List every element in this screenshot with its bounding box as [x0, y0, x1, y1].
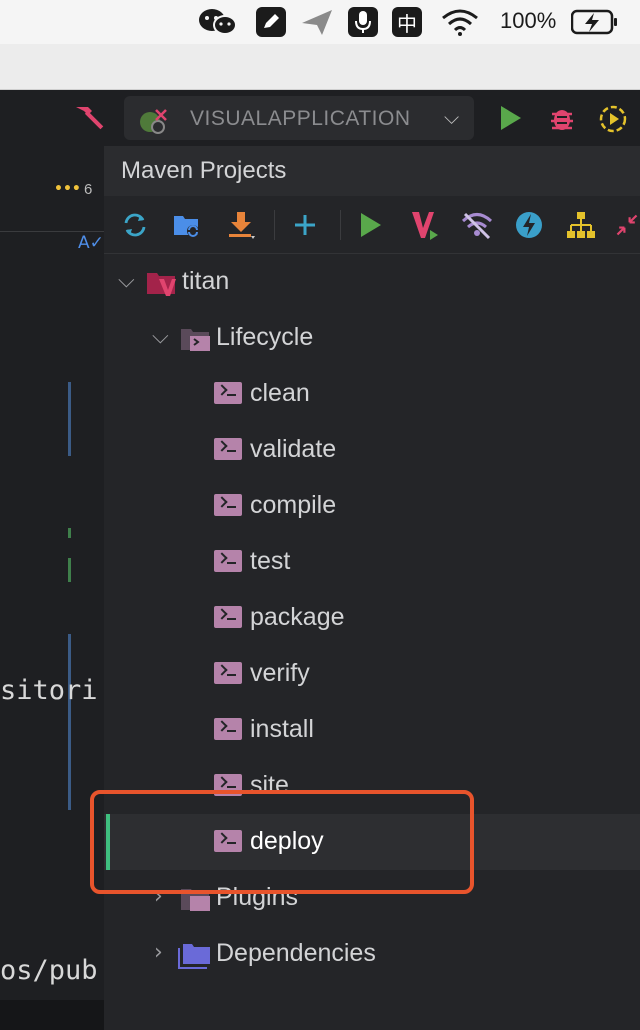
maven-toolbar — [104, 196, 640, 254]
code-line: sitori — [0, 675, 98, 706]
lifecycle-goal-validate[interactable]: validate — [104, 422, 640, 478]
battery-percent: 100% — [500, 8, 557, 33]
chevron-down-icon[interactable]: ⌵ — [152, 324, 169, 349]
lifecycle-goal-compile[interactable]: compile — [104, 478, 640, 534]
gutter-added-marker — [68, 558, 71, 582]
generate-sources-icon[interactable] — [170, 208, 204, 242]
lifecycle-goal-label: validate — [250, 435, 337, 463]
lifecycle-goal-test[interactable]: test — [104, 534, 640, 590]
input-method-icon[interactable]: 中 — [392, 7, 422, 37]
lifecycle-folder-icon — [180, 326, 210, 351]
tree-dependencies-label: Dependencies — [216, 939, 376, 967]
tree-project-label: titan — [182, 267, 230, 295]
build-hammer-icon[interactable] — [72, 103, 104, 140]
maven-goal-icon — [214, 606, 242, 628]
chevron-right-icon[interactable]: › — [154, 940, 163, 965]
more-count: 6 — [84, 181, 93, 198]
lifecycle-goal-label: compile — [250, 491, 337, 519]
lifecycle-goal-label: clean — [250, 379, 310, 407]
execute-maven-goal-icon[interactable] — [408, 208, 442, 242]
spring-boot-error-icon — [138, 104, 170, 134]
gutter-change-marker — [68, 634, 71, 810]
reimport-icon[interactable] — [118, 208, 152, 242]
maven-panel-header: Maven Projects — [104, 146, 640, 196]
run-with-coverage-icon[interactable] — [598, 104, 628, 139]
send-icon[interactable] — [300, 7, 334, 37]
tree-lifecycle[interactable]: ⌵ Lifecycle — [104, 310, 640, 366]
battery-charging-icon[interactable] — [570, 7, 620, 37]
maven-goal-icon — [214, 494, 242, 516]
maven-goal-icon — [214, 550, 242, 572]
chevron-down-icon[interactable]: ⌵ — [118, 268, 135, 293]
wechat-icon[interactable] — [196, 7, 240, 37]
tree-lifecycle-label: Lifecycle — [216, 323, 314, 351]
add-project-icon[interactable] — [288, 208, 322, 242]
show-dependencies-icon[interactable] — [564, 208, 598, 242]
run-configuration-label: VISUALAPPLICATION — [190, 107, 411, 130]
toggle-offline-mode-icon[interactable] — [460, 208, 494, 242]
lifecycle-goal-label: install — [250, 715, 314, 743]
maven-goal-icon — [214, 382, 242, 404]
lifecycle-goal-clean[interactable]: clean — [104, 366, 640, 422]
debug-bug-icon[interactable] — [548, 104, 576, 137]
skip-tests-icon[interactable] — [512, 208, 546, 242]
notes-icon[interactable] — [256, 7, 286, 37]
lifecycle-goal-label: verify — [250, 659, 310, 687]
lifecycle-goal-verify[interactable]: verify — [104, 646, 640, 702]
maven-goal-icon — [214, 438, 242, 460]
toolbar-separator — [340, 210, 341, 240]
maven-panel-title: Maven Projects — [121, 157, 287, 184]
dependencies-folder-icon — [178, 942, 210, 969]
run-icon[interactable] — [498, 104, 524, 137]
gutter-added-marker — [68, 528, 71, 538]
maven-goal-icon — [214, 662, 242, 684]
maven-goal-icon — [214, 718, 242, 740]
maven-project-icon — [146, 270, 176, 296]
lifecycle-goal-install[interactable]: install — [104, 702, 640, 758]
menu-bar: 中 100% — [0, 0, 640, 44]
wifi-icon[interactable] — [438, 7, 482, 37]
lifecycle-goal-package[interactable]: package — [104, 590, 640, 646]
window-toolbar — [0, 44, 640, 90]
editor-divider — [0, 231, 104, 232]
tree-project-titan[interactable]: ⌵ titan — [104, 254, 640, 310]
lifecycle-goal-label: test — [250, 547, 291, 575]
microphone-icon[interactable] — [348, 7, 378, 37]
lifecycle-goal-label: package — [250, 603, 345, 631]
editor-status-strip — [0, 1000, 104, 1030]
more-dots-icon[interactable]: ••• — [54, 181, 81, 197]
run-maven-build-icon[interactable] — [354, 208, 388, 242]
run-configuration-selector[interactable]: VISUALAPPLICATION ⌵ — [124, 96, 474, 140]
chevron-down-icon: ⌵ — [444, 105, 460, 129]
maven-projects-panel: Maven Projects ⌵ titan ⌵ Lifecycle clean… — [104, 146, 640, 1030]
toolbar-separator — [274, 210, 275, 240]
collapse-all-icon[interactable] — [614, 208, 640, 242]
download-sources-icon[interactable] — [224, 208, 258, 242]
tree-dependencies[interactable]: › Dependencies — [104, 926, 640, 982]
highlight-annotation — [90, 790, 474, 894]
gutter-change-marker — [68, 382, 71, 456]
code-line: os/pub — [0, 955, 98, 986]
spellcheck-icon[interactable]: A✓ — [78, 233, 104, 253]
